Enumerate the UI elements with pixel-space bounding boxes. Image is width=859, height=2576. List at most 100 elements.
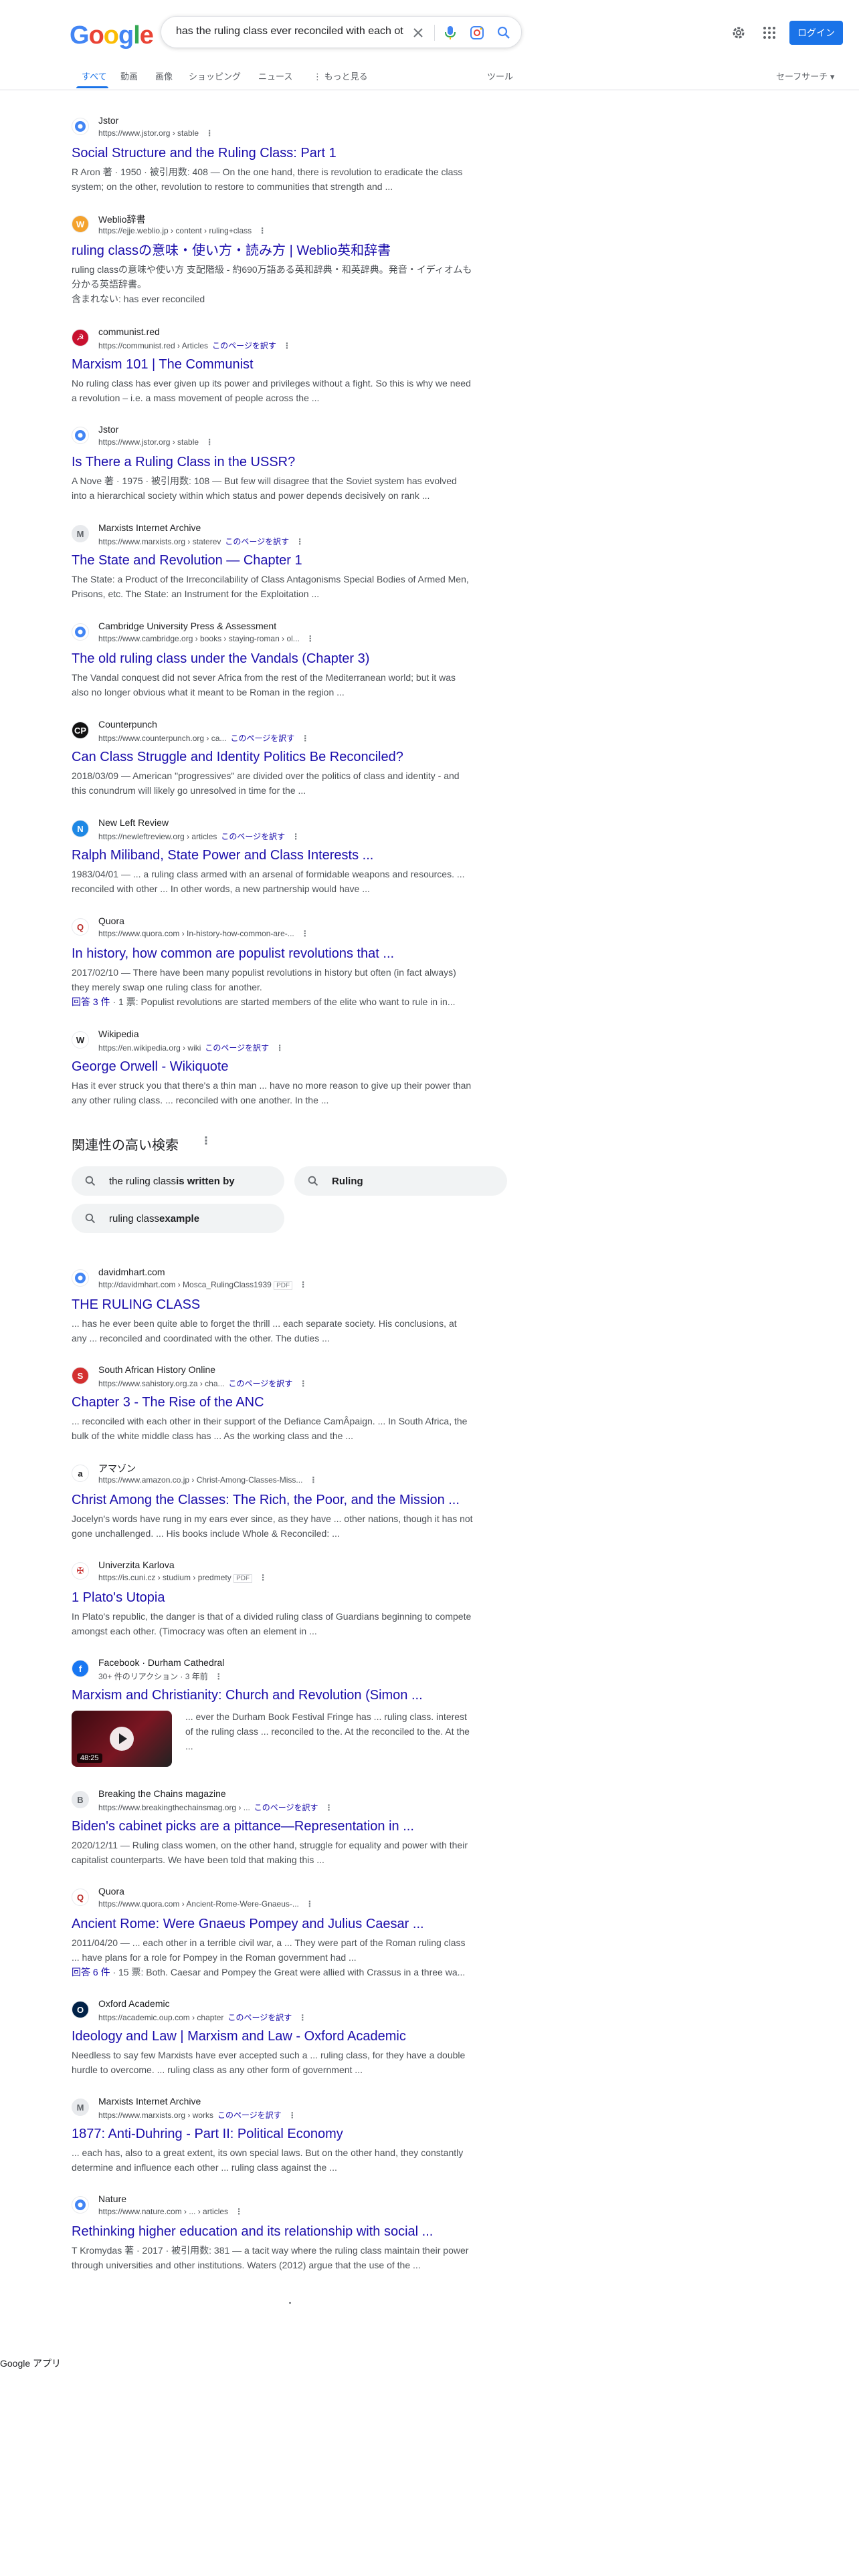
result-title-link[interactable]: ruling classの意味・使い方・読み方 | Weblio英和辞書 bbox=[72, 242, 473, 259]
login-button[interactable]: ログイン bbox=[789, 21, 843, 45]
tools-button[interactable]: ツール bbox=[487, 70, 513, 82]
result-url[interactable]: https://www.marxists.org › staterev このページ… bbox=[98, 536, 304, 547]
result-url[interactable]: https://www.quora.com › In-history-how-c… bbox=[98, 929, 309, 938]
result-title-link[interactable]: Marxism and Christianity: Church and Rev… bbox=[72, 1687, 473, 1704]
result-snippet: 1983/04/01 — ... a ruling class armed wi… bbox=[72, 869, 465, 894]
translate-link[interactable]: このページを訳す bbox=[230, 734, 294, 743]
result-title-link[interactable]: Ralph Miliband, State Power and Class In… bbox=[72, 847, 473, 864]
result-url[interactable]: https://en.wikipedia.org › wiki このページを訳す ⋮ bbox=[98, 1042, 284, 1053]
tab-images[interactable]: 画像 bbox=[155, 70, 173, 82]
more-options-icon[interactable]: ⋮ bbox=[299, 1379, 307, 1388]
more-options-icon[interactable]: ⋮ bbox=[306, 634, 314, 643]
result-site-name: communist.red bbox=[98, 326, 160, 337]
related-search-chip[interactable]: ruling class example bbox=[72, 1204, 284, 1233]
active-tab-indicator bbox=[76, 86, 108, 88]
more-options-icon[interactable]: ⋮ bbox=[283, 341, 291, 350]
search-icon[interactable] bbox=[496, 25, 512, 41]
more-options-icon[interactable]: ⋮ bbox=[201, 1134, 211, 1148]
result-url[interactable]: https://www.counterpunch.org › ca... このペー… bbox=[98, 732, 309, 744]
related-search-chip[interactable]: Ruling bbox=[294, 1166, 507, 1196]
result-title-link[interactable]: Is There a Ruling Class in the USSR? bbox=[72, 453, 473, 471]
search-header: Google has the ruling class ever reconci… bbox=[0, 0, 859, 90]
result-url[interactable]: https://www.sahistory.org.za › cha... このペ… bbox=[98, 1378, 307, 1389]
result-title-link[interactable]: Rethinking higher education and its rela… bbox=[72, 2223, 473, 2240]
more-options-icon[interactable]: ⋮ bbox=[259, 1573, 267, 1582]
translate-link[interactable]: このページを訳す bbox=[254, 1803, 318, 1812]
video-thumbnail[interactable]: 48:25 bbox=[72, 1711, 172, 1767]
translate-link[interactable]: このページを訳す bbox=[217, 2111, 282, 2120]
more-options-icon[interactable]: ⋮ bbox=[205, 437, 213, 447]
microphone-icon[interactable] bbox=[442, 25, 458, 41]
more-options-icon[interactable]: ⋮ bbox=[299, 1280, 307, 1289]
tab-news[interactable]: ニュース bbox=[258, 70, 292, 82]
answers-link[interactable]: 回答 3 件 bbox=[72, 996, 110, 1007]
search-input[interactable]: has the ruling class ever reconciled wit… bbox=[176, 25, 403, 37]
result-title-link[interactable]: In history, how common are populist revo… bbox=[72, 945, 473, 962]
result-title-link[interactable]: Chapter 3 - The Rise of the ANC bbox=[72, 1394, 473, 1411]
result-url[interactable]: http://davidmhart.com › Mosca_RulingClas… bbox=[98, 1280, 307, 1290]
result-title-link[interactable]: The State and Revolution — Chapter 1 bbox=[72, 552, 473, 569]
result-title-link[interactable]: 1 Plato's Utopia bbox=[72, 1589, 473, 1606]
play-icon[interactable] bbox=[110, 1727, 134, 1751]
search-box[interactable]: has the ruling class ever reconciled wit… bbox=[161, 16, 522, 48]
result-title-link[interactable]: Christ Among the Classes: The Rich, the … bbox=[72, 1491, 473, 1509]
more-options-icon[interactable]: ⋮ bbox=[296, 537, 304, 546]
result-title-link[interactable]: Biden's cabinet picks are a pittance—Rep… bbox=[72, 1818, 473, 1835]
more-options-icon[interactable]: ⋮ bbox=[235, 2207, 243, 2216]
translate-link[interactable]: このページを訳す bbox=[205, 1043, 269, 1053]
result-url[interactable]: https://academic.oup.com › chapter このページを… bbox=[98, 2012, 306, 2023]
settings-icon[interactable] bbox=[729, 23, 748, 42]
result-url[interactable]: https://communist.red › Articles このページを訳す… bbox=[98, 340, 291, 351]
more-options-icon[interactable]: ⋮ bbox=[301, 929, 309, 938]
result-url[interactable]: https://www.quora.com › Ancient-Rome-Wer… bbox=[98, 1899, 314, 1909]
result-title-link[interactable]: 1877: Anti-Duhring - Part II: Political … bbox=[72, 2125, 473, 2143]
related-search-chip[interactable]: the ruling class is written by bbox=[72, 1166, 284, 1196]
result-title-link[interactable]: Social Structure and the Ruling Class: P… bbox=[72, 144, 473, 162]
more-options-icon[interactable]: ⋮ bbox=[258, 226, 266, 235]
translate-link[interactable]: このページを訳す bbox=[229, 1379, 293, 1388]
translate-link[interactable]: このページを訳す bbox=[212, 341, 276, 350]
result-title-link[interactable]: Ideology and Law | Marxism and Law - Oxf… bbox=[72, 2028, 473, 2045]
result-title-link[interactable]: Can Class Struggle and Identity Politics… bbox=[72, 748, 473, 766]
more-options-icon[interactable]: ⋮ bbox=[325, 1803, 333, 1812]
result-title-link[interactable]: THE RULING CLASS bbox=[72, 1296, 473, 1313]
more-options-icon[interactable]: ⋮ bbox=[215, 1672, 223, 1681]
safesearch-button[interactable]: セーフサーチ ▾ bbox=[776, 70, 834, 82]
result-url[interactable]: https://www.cambridge.org › books › stay… bbox=[98, 634, 314, 643]
result-url[interactable]: https://ejje.weblio.jp › content › rulin… bbox=[98, 226, 266, 235]
result-title-link[interactable]: The old ruling class under the Vandals (… bbox=[72, 650, 473, 667]
tab-videos[interactable]: 動画 bbox=[120, 70, 138, 82]
result-url[interactable]: https://is.cuni.cz › studium › predmety … bbox=[98, 1573, 267, 1583]
more-options-icon[interactable]: ⋮ bbox=[205, 128, 213, 138]
more-options-icon[interactable]: ⋮ bbox=[288, 2111, 296, 2120]
tab-more[interactable]: ⋮ もっと見る bbox=[313, 70, 368, 82]
translate-link[interactable]: このページを訳す bbox=[227, 2013, 292, 2022]
search-result: O Oxford Academic https://academic.oup.c… bbox=[72, 1998, 473, 2077]
result-url[interactable]: https://www.amazon.co.jp › Christ-Among-… bbox=[98, 1475, 317, 1485]
more-options-icon[interactable]: ⋮ bbox=[306, 1899, 314, 1909]
clear-icon[interactable] bbox=[410, 25, 426, 41]
apps-grid-icon[interactable] bbox=[760, 23, 779, 42]
more-options-icon[interactable]: ⋮ bbox=[292, 832, 300, 841]
result-title-link[interactable]: George Orwell - Wikiquote bbox=[72, 1058, 473, 1075]
answers-link[interactable]: 回答 6 件 bbox=[72, 1967, 110, 1977]
result-url[interactable]: https://www.breakingthechainsmag.org › .… bbox=[98, 1802, 333, 1813]
result-url[interactable]: https://www.nature.com › ... › articles ⋮ bbox=[98, 2207, 243, 2216]
more-options-icon[interactable]: ⋮ bbox=[301, 734, 309, 743]
tab-all[interactable]: すべて bbox=[82, 70, 107, 82]
pdf-badge: PDF bbox=[274, 1281, 293, 1290]
translate-link[interactable]: このページを訳す bbox=[221, 832, 285, 841]
result-url[interactable]: https://www.jstor.org › stable ⋮ bbox=[98, 128, 213, 138]
result-title-link[interactable]: Ancient Rome: Were Gnaeus Pompey and Jul… bbox=[72, 1915, 473, 1933]
more-options-icon[interactable]: ⋮ bbox=[309, 1475, 317, 1485]
more-options-icon[interactable]: ⋮ bbox=[276, 1043, 284, 1053]
lens-icon[interactable] bbox=[469, 25, 485, 41]
translate-link[interactable]: このページを訳す bbox=[225, 537, 289, 546]
tab-shopping[interactable]: ショッピング bbox=[189, 70, 241, 82]
result-url[interactable]: https://newleftreview.org › articles このペー… bbox=[98, 831, 300, 842]
result-url[interactable]: https://www.jstor.org › stable ⋮ bbox=[98, 437, 213, 447]
result-url[interactable]: https://www.marxists.org › works このページを訳す… bbox=[98, 2109, 296, 2121]
google-logo[interactable]: Google bbox=[70, 21, 154, 50]
result-title-link[interactable]: Marxism 101 | The Communist bbox=[72, 356, 473, 373]
more-options-icon[interactable]: ⋮ bbox=[298, 2013, 306, 2022]
